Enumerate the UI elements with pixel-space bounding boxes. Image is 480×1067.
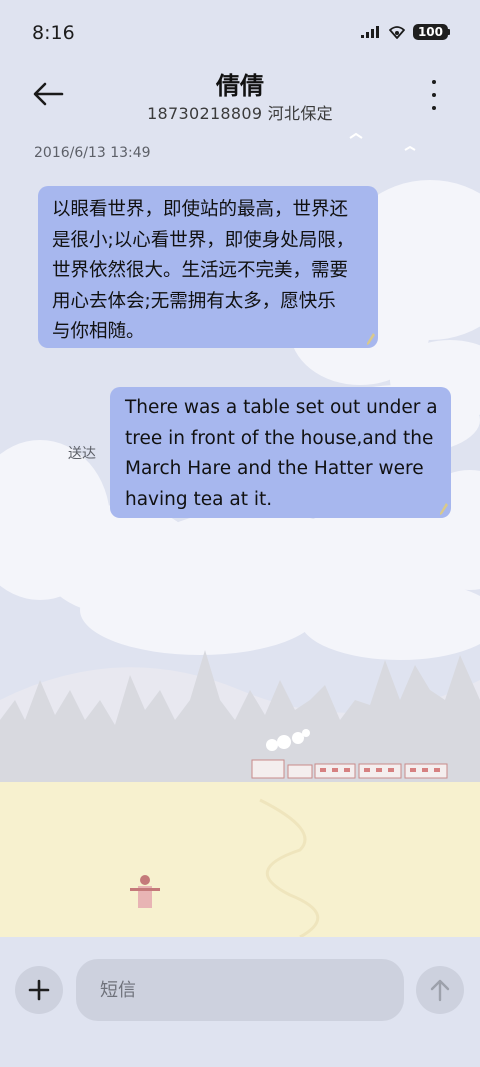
message-line: having tea at it. (125, 488, 273, 510)
message-line: March Hare and the Hatter were (125, 458, 424, 479)
conversation-header: 倩倩 18730218809 河北保定 (0, 62, 480, 132)
more-options-button[interactable] (424, 80, 444, 110)
message-line: There was a table set out under a (125, 397, 438, 418)
outgoing-message-bubble[interactable]: There was a table set out under a tree i… (110, 387, 451, 518)
more-dot-icon (432, 106, 436, 110)
pen-icon (367, 333, 375, 345)
status-icons: 100 (360, 24, 450, 40)
message-line: 世界依然很大。生活远不完美，需要 (52, 260, 349, 281)
add-attachment-button[interactable] (15, 966, 63, 1014)
message-line: 是很小;以心看世界，即使身处局限， (52, 229, 355, 251)
incoming-message-bubble[interactable]: 以眼看世界，即使站的最高，世界还 是很小;以心看世界，即使身处局限， 世界依然很… (38, 186, 378, 348)
more-dot-icon (432, 80, 436, 84)
status-time: 8:16 (32, 22, 75, 44)
contact-detail: 18730218809 河北保定 (147, 104, 333, 123)
battery-icon: 100 (412, 24, 450, 40)
message-input[interactable] (76, 959, 404, 1021)
message-line: 用心去体会;无需拥有太多，愿快乐 (52, 290, 336, 312)
message-line: tree in front of the house,and the (125, 427, 434, 449)
plus-icon (28, 979, 50, 1001)
contact-name[interactable]: 倩倩 (0, 66, 480, 101)
message-line: 以眼看世界，即使站的最高，世界还 (52, 199, 349, 220)
pen-icon (440, 503, 448, 515)
delivery-status: 送达 (68, 446, 96, 462)
signal-icon (360, 26, 379, 38)
composer-bar (0, 937, 480, 1067)
send-button[interactable] (416, 966, 464, 1014)
status-bar: 8:16 100 (0, 0, 480, 66)
send-arrow-up-icon (430, 979, 450, 1002)
wifi-icon (389, 26, 405, 39)
message-timestamp: 2016/6/13 13:49 (34, 145, 151, 161)
message-line: 与你相随。 (52, 321, 145, 342)
battery-level: 100 (412, 24, 448, 40)
more-dot-icon (432, 93, 436, 97)
